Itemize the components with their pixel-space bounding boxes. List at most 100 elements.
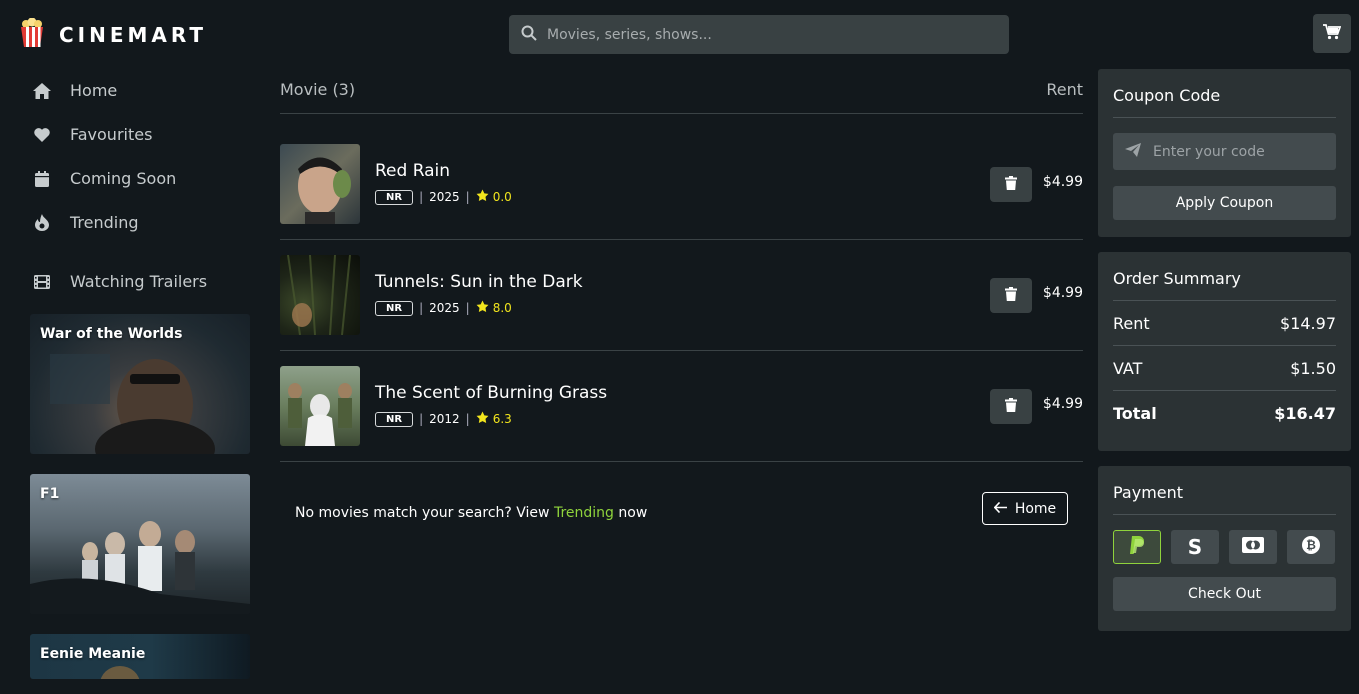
trailer-title: F1 bbox=[40, 486, 60, 502]
summary-title: Order Summary bbox=[1113, 269, 1241, 288]
rent-column-label: Rent bbox=[1046, 80, 1083, 99]
calendar-icon bbox=[33, 170, 51, 188]
sidebar-item-label: Favourites bbox=[70, 125, 153, 144]
summary-value: $16.47 bbox=[1274, 403, 1336, 423]
sidebar-item-label: Coming Soon bbox=[70, 169, 177, 188]
trailer-card[interactable]: War of the Worlds bbox=[30, 314, 250, 454]
trash-icon bbox=[1005, 175, 1017, 194]
trailers-label: Watching Trailers bbox=[70, 272, 208, 291]
search-bar bbox=[509, 15, 1009, 54]
payment-methods: S ₿ bbox=[1113, 530, 1336, 564]
home-button[interactable]: Home bbox=[982, 492, 1068, 525]
movie-poster[interactable] bbox=[280, 366, 360, 446]
movie-title[interactable]: Red Rain bbox=[375, 161, 450, 181]
divider bbox=[280, 113, 1083, 114]
send-icon bbox=[1125, 142, 1141, 161]
movie-year: 2012 bbox=[429, 412, 460, 426]
movie-count-label: Movie (3) bbox=[280, 80, 356, 99]
payment-title: Payment bbox=[1113, 483, 1184, 502]
summary-value: $1.50 bbox=[1290, 358, 1336, 378]
mastercard-icon bbox=[1242, 537, 1264, 557]
movie-poster[interactable] bbox=[280, 144, 360, 224]
brand-name: CINEMART bbox=[59, 23, 208, 47]
rating-badge: NR bbox=[375, 411, 414, 427]
search-input[interactable] bbox=[547, 26, 987, 43]
movie-meta: NR | 2025 | 0.0 bbox=[375, 189, 512, 205]
payment-option-skrill[interactable]: S bbox=[1171, 530, 1219, 564]
cart-button[interactable] bbox=[1313, 14, 1351, 53]
divider bbox=[280, 461, 1083, 462]
movie-price: $4.99 bbox=[1042, 174, 1083, 190]
cart-row: Red Rain NR | 2025 | 0.0 $4.99 bbox=[280, 144, 1083, 224]
divider bbox=[280, 239, 1083, 240]
payment-option-paypal[interactable] bbox=[1113, 530, 1161, 564]
sidebar-item-label: Trending bbox=[70, 213, 139, 232]
cart-row: Tunnels: Sun in the Dark NR | 2025 | 8.0… bbox=[280, 255, 1083, 335]
trailer-card[interactable]: Eenie Meanie bbox=[30, 634, 250, 679]
paypal-icon bbox=[1129, 536, 1145, 558]
coupon-field bbox=[1113, 133, 1336, 170]
logo[interactable]: CINEMART bbox=[17, 17, 208, 52]
movie-meta: NR | 2025 | 8.0 bbox=[375, 300, 512, 316]
film-icon bbox=[33, 273, 51, 291]
summary-row-rent: Rent $14.97 bbox=[1113, 300, 1336, 345]
star-icon bbox=[476, 189, 489, 205]
svg-text:₿: ₿ bbox=[1306, 538, 1316, 552]
remove-button[interactable] bbox=[990, 167, 1032, 202]
trending-link[interactable]: Trending bbox=[554, 505, 614, 521]
no-match-suffix: now bbox=[618, 505, 648, 521]
movie-title[interactable]: The Scent of Burning Grass bbox=[375, 383, 607, 403]
movie-price: $4.99 bbox=[1042, 396, 1083, 412]
sidebar-item-favourites[interactable]: Favourites bbox=[33, 125, 152, 144]
coupon-input[interactable] bbox=[1153, 143, 1323, 160]
movie-year: 2025 bbox=[429, 190, 460, 204]
summary-row-total: Total $16.47 bbox=[1113, 390, 1336, 435]
summary-row-vat: VAT $1.50 bbox=[1113, 345, 1336, 390]
summary-label: Rent bbox=[1113, 313, 1150, 333]
home-button-label: Home bbox=[1014, 500, 1057, 517]
payment-option-mastercard[interactable] bbox=[1229, 530, 1277, 564]
movie-price: $4.99 bbox=[1042, 285, 1083, 301]
movie-meta: NR | 2012 | 6.3 bbox=[375, 411, 512, 427]
trailer-card[interactable]: F1 bbox=[30, 474, 250, 614]
sidebar-item-label: Home bbox=[70, 81, 118, 100]
summary-label: VAT bbox=[1113, 358, 1143, 378]
popcorn-icon bbox=[17, 17, 47, 52]
no-match-message: No movies match your search? View Trendi… bbox=[295, 505, 647, 521]
rating-badge: NR bbox=[375, 300, 414, 316]
sidebar-item-coming-soon[interactable]: Coming Soon bbox=[33, 169, 176, 188]
payment-panel: Payment S ₿ Check Out bbox=[1098, 466, 1351, 631]
rating-badge: NR bbox=[375, 189, 414, 205]
trailer-title: War of the Worlds bbox=[40, 326, 183, 342]
trailer-title: Eenie Meanie bbox=[40, 646, 146, 662]
payment-option-bitcoin[interactable]: ₿ bbox=[1287, 530, 1335, 564]
trash-icon bbox=[1005, 286, 1017, 305]
summary-label: Total bbox=[1113, 403, 1157, 423]
order-summary-panel: Order Summary Rent $14.97 VAT $1.50 Tota… bbox=[1098, 252, 1351, 451]
divider bbox=[280, 350, 1083, 351]
trailers-heading: Watching Trailers bbox=[33, 272, 207, 291]
movie-year: 2025 bbox=[429, 301, 460, 315]
trash-icon bbox=[1005, 397, 1017, 416]
home-icon bbox=[33, 82, 51, 100]
movie-score: 6.3 bbox=[492, 412, 512, 426]
summary-value: $14.97 bbox=[1280, 313, 1336, 333]
cart-row: The Scent of Burning Grass NR | 2012 | 6… bbox=[280, 366, 1083, 446]
movie-title[interactable]: Tunnels: Sun in the Dark bbox=[375, 272, 583, 292]
trailer-thumbnail bbox=[30, 521, 250, 614]
remove-button[interactable] bbox=[990, 278, 1032, 313]
apply-coupon-button[interactable]: Apply Coupon bbox=[1113, 186, 1336, 220]
heart-icon bbox=[33, 126, 51, 144]
arrow-left-icon bbox=[993, 501, 1007, 517]
coupon-title: Coupon Code bbox=[1113, 86, 1221, 105]
search-icon bbox=[521, 25, 537, 45]
star-icon bbox=[476, 411, 489, 427]
movie-score: 0.0 bbox=[492, 190, 512, 204]
cart-list-header: Movie (3) Rent bbox=[280, 80, 1083, 99]
sidebar-item-trending[interactable]: Trending bbox=[33, 213, 139, 232]
sidebar-item-home[interactable]: Home bbox=[33, 81, 117, 100]
remove-button[interactable] bbox=[990, 389, 1032, 424]
movie-poster[interactable] bbox=[280, 255, 360, 335]
checkout-button[interactable]: Check Out bbox=[1113, 577, 1336, 611]
bitcoin-icon: ₿ bbox=[1302, 536, 1320, 558]
